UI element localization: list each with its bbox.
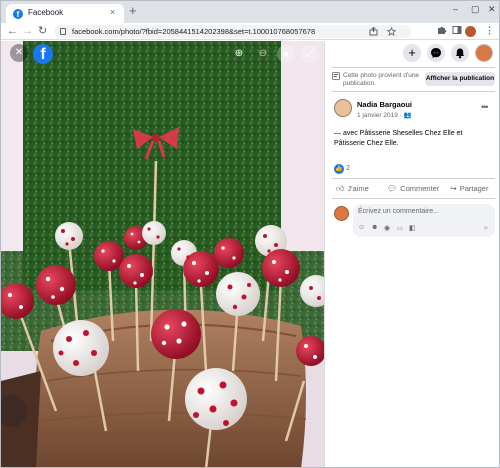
account-avatar[interactable] <box>475 44 493 62</box>
comment-label: Commenter <box>400 184 440 193</box>
puzzle-icon[interactable] <box>437 25 447 35</box>
photo-viewer[interactable]: ✕ f ⊕ ⊖ ◆ ⤢ <box>1 41 324 467</box>
close-viewer-icon[interactable]: ✕ <box>10 44 28 62</box>
browser-toolbar: ← → ↻ facebook.com/photo/?fbid=205844151… <box>1 23 499 40</box>
messenger-button[interactable] <box>427 44 445 62</box>
reload-icon[interactable]: ↻ <box>38 24 47 38</box>
bell-icon <box>455 48 465 59</box>
post-date[interactable]: 1 janvier 2019 · 👥 <box>357 111 412 119</box>
comment-input[interactable]: Écrivez un commentaire... ☺ ☻ ◉ ▭ ◧ ➤ <box>353 204 495 237</box>
send-icon[interactable]: ➤ <box>483 224 489 232</box>
url-text[interactable]: facebook.com/photo/?fbid=205844151420239… <box>72 27 315 36</box>
star-icon[interactable] <box>387 27 396 36</box>
back-icon[interactable]: ← <box>7 24 18 38</box>
avatar-sticker-icon[interactable]: ☺ <box>358 224 365 231</box>
profile-avatar[interactable] <box>465 26 476 37</box>
notifications-button[interactable] <box>451 44 469 62</box>
emoji-icon[interactable]: ☻ <box>371 224 378 231</box>
divider <box>332 198 495 199</box>
new-tab-button[interactable]: + <box>129 4 137 18</box>
author-name[interactable]: Nadia Bargaoui <box>357 100 412 109</box>
facebook-favicon-icon: f <box>13 9 23 19</box>
like-reaction-icon[interactable]: 👍 <box>334 164 344 174</box>
info-icon <box>332 72 340 80</box>
tag-icon[interactable]: ◆ <box>277 45 295 63</box>
share-page-icon[interactable] <box>369 27 378 36</box>
tab-strip: f Facebook × + – ▢ ✕ <box>1 1 499 23</box>
side-panel-icon[interactable] <box>452 25 462 35</box>
zoom-out-icon[interactable]: ⊖ <box>254 45 272 63</box>
window-close-icon[interactable]: ✕ <box>488 4 496 15</box>
like-label: J'aime <box>347 184 369 193</box>
post-caption: — avec Pâtisserie Sheselles Chez Elle et… <box>334 130 463 147</box>
post-details-panel: + Cette photo provient d'une publication… <box>324 41 499 467</box>
gif-icon[interactable]: ▭ <box>397 225 403 232</box>
share-icon: ↪ <box>450 184 457 193</box>
browser-tab[interactable]: f Facebook × <box>6 4 124 23</box>
photo-source-notice: Cette photo provient d'une publication. <box>343 72 420 87</box>
like-button[interactable]: 👍︎ J'aime <box>336 184 369 194</box>
commenter-avatar[interactable] <box>334 206 349 221</box>
browser-window: f Facebook × + – ▢ ✕ ← → ↻ facebook.com/… <box>0 0 500 468</box>
forward-icon[interactable]: → <box>22 24 33 38</box>
address-bar[interactable]: facebook.com/photo/?fbid=205844151420239… <box>54 25 411 38</box>
divider <box>332 67 495 68</box>
maximize-icon[interactable]: ▢ <box>471 4 480 15</box>
show-publication-button[interactable]: Afficher la publication <box>425 72 495 86</box>
divider <box>332 91 495 92</box>
tab-close-icon[interactable]: × <box>110 7 115 17</box>
tab-title: Facebook <box>28 8 64 17</box>
menu-icon[interactable]: ⋮ <box>485 25 494 36</box>
facebook-logo-icon[interactable]: f <box>33 44 53 64</box>
fullscreen-icon[interactable]: ⤢ <box>301 45 319 63</box>
zoom-in-icon[interactable]: ⊕ <box>230 45 248 63</box>
comment-icon: 💬︎ <box>387 184 398 193</box>
lock-icon[interactable] <box>60 28 66 35</box>
reaction-count[interactable]: 2 <box>346 165 350 172</box>
share-label: Partager <box>459 184 489 193</box>
cake-pops-photo <box>1 41 324 467</box>
share-button[interactable]: ↪ Partager <box>450 184 488 193</box>
header-actions: + <box>325 41 499 65</box>
sticker-icon[interactable]: ◧ <box>409 224 416 232</box>
more-options-icon[interactable]: ••• <box>481 102 489 112</box>
divider <box>332 178 495 179</box>
minimize-icon[interactable]: – <box>453 4 458 14</box>
messenger-icon <box>431 48 441 58</box>
comment-button[interactable]: 💬︎ Commenter <box>387 184 439 193</box>
create-button[interactable]: + <box>403 44 421 62</box>
camera-icon[interactable]: ◉ <box>384 224 390 232</box>
comment-placeholder: Écrivez un commentaire... <box>358 208 439 215</box>
author-avatar[interactable] <box>334 99 352 117</box>
like-icon: 👍︎ <box>336 184 345 193</box>
